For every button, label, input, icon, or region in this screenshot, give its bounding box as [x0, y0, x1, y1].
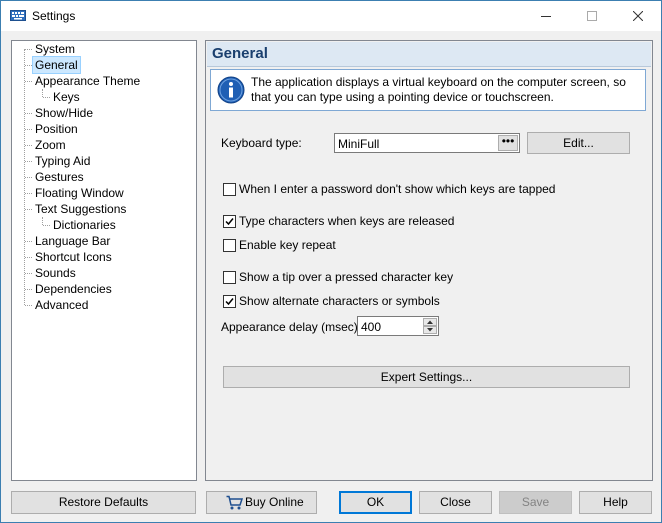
tree-guide-line: [25, 65, 32, 66]
tree-guide-line: [25, 81, 32, 82]
tree-guide-line: [25, 129, 32, 130]
tree-guide-line: [25, 289, 32, 290]
browse-keyboard-button[interactable]: •••: [498, 135, 518, 151]
caret-up-icon: [427, 320, 433, 324]
tree-item-advanced[interactable]: Advanced: [33, 297, 90, 313]
tree-guide-line: [25, 305, 32, 306]
tree-item-text-suggestions[interactable]: Text Suggestions: [33, 201, 128, 217]
maximize-icon: [587, 11, 597, 21]
tree-item-keys[interactable]: Keys: [51, 89, 82, 105]
window-title: Settings: [32, 9, 76, 23]
panel-title: General: [212, 45, 268, 62]
spin-down-button[interactable]: [423, 326, 437, 334]
edit-keyboard-button[interactable]: Edit...: [527, 132, 630, 154]
tree-guide-line: [25, 113, 32, 114]
info-box: The application displays a virtual keybo…: [210, 69, 646, 111]
tree-guide-line: [25, 177, 32, 178]
tree-item-floating-window[interactable]: Floating Window: [33, 185, 126, 201]
tree-item-dependencies[interactable]: Dependencies: [33, 281, 114, 297]
expert-settings-button[interactable]: Expert Settings...: [223, 366, 630, 388]
checkmark-icon: [225, 298, 234, 306]
info-text: The application displays a virtual keybo…: [251, 75, 626, 104]
panel-header: General: [207, 42, 651, 67]
tree-item-general[interactable]: General: [32, 56, 81, 74]
tree-guide-line: [43, 225, 50, 226]
tree-item-position[interactable]: Position: [33, 121, 80, 137]
tree-item-show-hide[interactable]: Show/Hide: [33, 105, 95, 121]
close-window-button[interactable]: [615, 1, 661, 31]
tree-guide-line: [25, 145, 32, 146]
spin-buttons[interactable]: [423, 318, 437, 334]
tree-guide-line: [25, 257, 32, 258]
tree-item-sounds[interactable]: Sounds: [33, 265, 78, 281]
buy-online-button[interactable]: Buy Online: [206, 491, 317, 514]
appearance-delay-value: 400: [361, 320, 382, 334]
tree-item-dictionaries[interactable]: Dictionaries: [51, 217, 118, 233]
appearance-delay-stepper[interactable]: 400: [357, 316, 439, 336]
tree-guide-line: [42, 89, 43, 97]
checkmark-icon: [225, 218, 234, 226]
tree-guide-line: [42, 217, 43, 225]
checkbox-box: [223, 183, 236, 196]
keyboard-type-label: Keyboard type:: [221, 136, 302, 150]
keyboard-type-field[interactable]: MiniFull •••: [334, 133, 520, 153]
tree-item-language-bar[interactable]: Language Bar: [33, 233, 112, 249]
minimize-button[interactable]: [523, 1, 569, 31]
settings-tree[interactable]: System General Appearance Theme Keys Sho…: [11, 40, 197, 481]
ok-button[interactable]: OK: [339, 491, 412, 514]
keyboard-type-value: MiniFull: [338, 137, 380, 151]
spin-up-button[interactable]: [423, 318, 437, 326]
checkbox-box: [223, 239, 236, 252]
maximize-button[interactable]: [569, 1, 615, 31]
settings-window: Settings System General Appearance Theme…: [0, 0, 662, 523]
tree-item-appearance-theme[interactable]: Appearance Theme: [33, 73, 142, 89]
tree-guide-line: [43, 97, 50, 98]
keyboard-icon: [10, 10, 26, 21]
save-button[interactable]: Save: [499, 491, 572, 514]
minimize-icon: [541, 16, 551, 17]
general-settings-panel: General The application displays a virtu…: [205, 40, 653, 481]
tree-item-gestures[interactable]: Gestures: [33, 169, 86, 185]
appearance-delay-label: Appearance delay (msec):: [221, 320, 362, 334]
more-icon: •••: [501, 134, 515, 148]
caret-down-icon: [427, 328, 433, 332]
tree-guide-line: [25, 273, 32, 274]
tree-item-shortcut-icons[interactable]: Shortcut Icons: [33, 249, 114, 265]
checkbox-box: [223, 271, 236, 284]
checkbox-box: [223, 215, 236, 228]
tree-guide-line: [25, 209, 32, 210]
tree-guide-line: [25, 193, 32, 194]
tree-guide-line: [25, 241, 32, 242]
tree-item-system[interactable]: System: [33, 41, 77, 57]
tree-item-zoom[interactable]: Zoom: [33, 137, 68, 153]
tree-item-typing-aid[interactable]: Typing Aid: [33, 153, 92, 169]
restore-defaults-button[interactable]: Restore Defaults: [11, 491, 196, 514]
tree-guide-line: [25, 161, 32, 162]
info-icon: [217, 76, 245, 104]
checkbox-box: [223, 295, 236, 308]
title-bar[interactable]: Settings: [1, 1, 661, 31]
help-button[interactable]: Help: [579, 491, 652, 514]
cart-icon: [226, 495, 243, 510]
close-button[interactable]: Close: [419, 491, 492, 514]
close-icon: [633, 11, 643, 21]
tree-guide-line: [25, 49, 32, 50]
